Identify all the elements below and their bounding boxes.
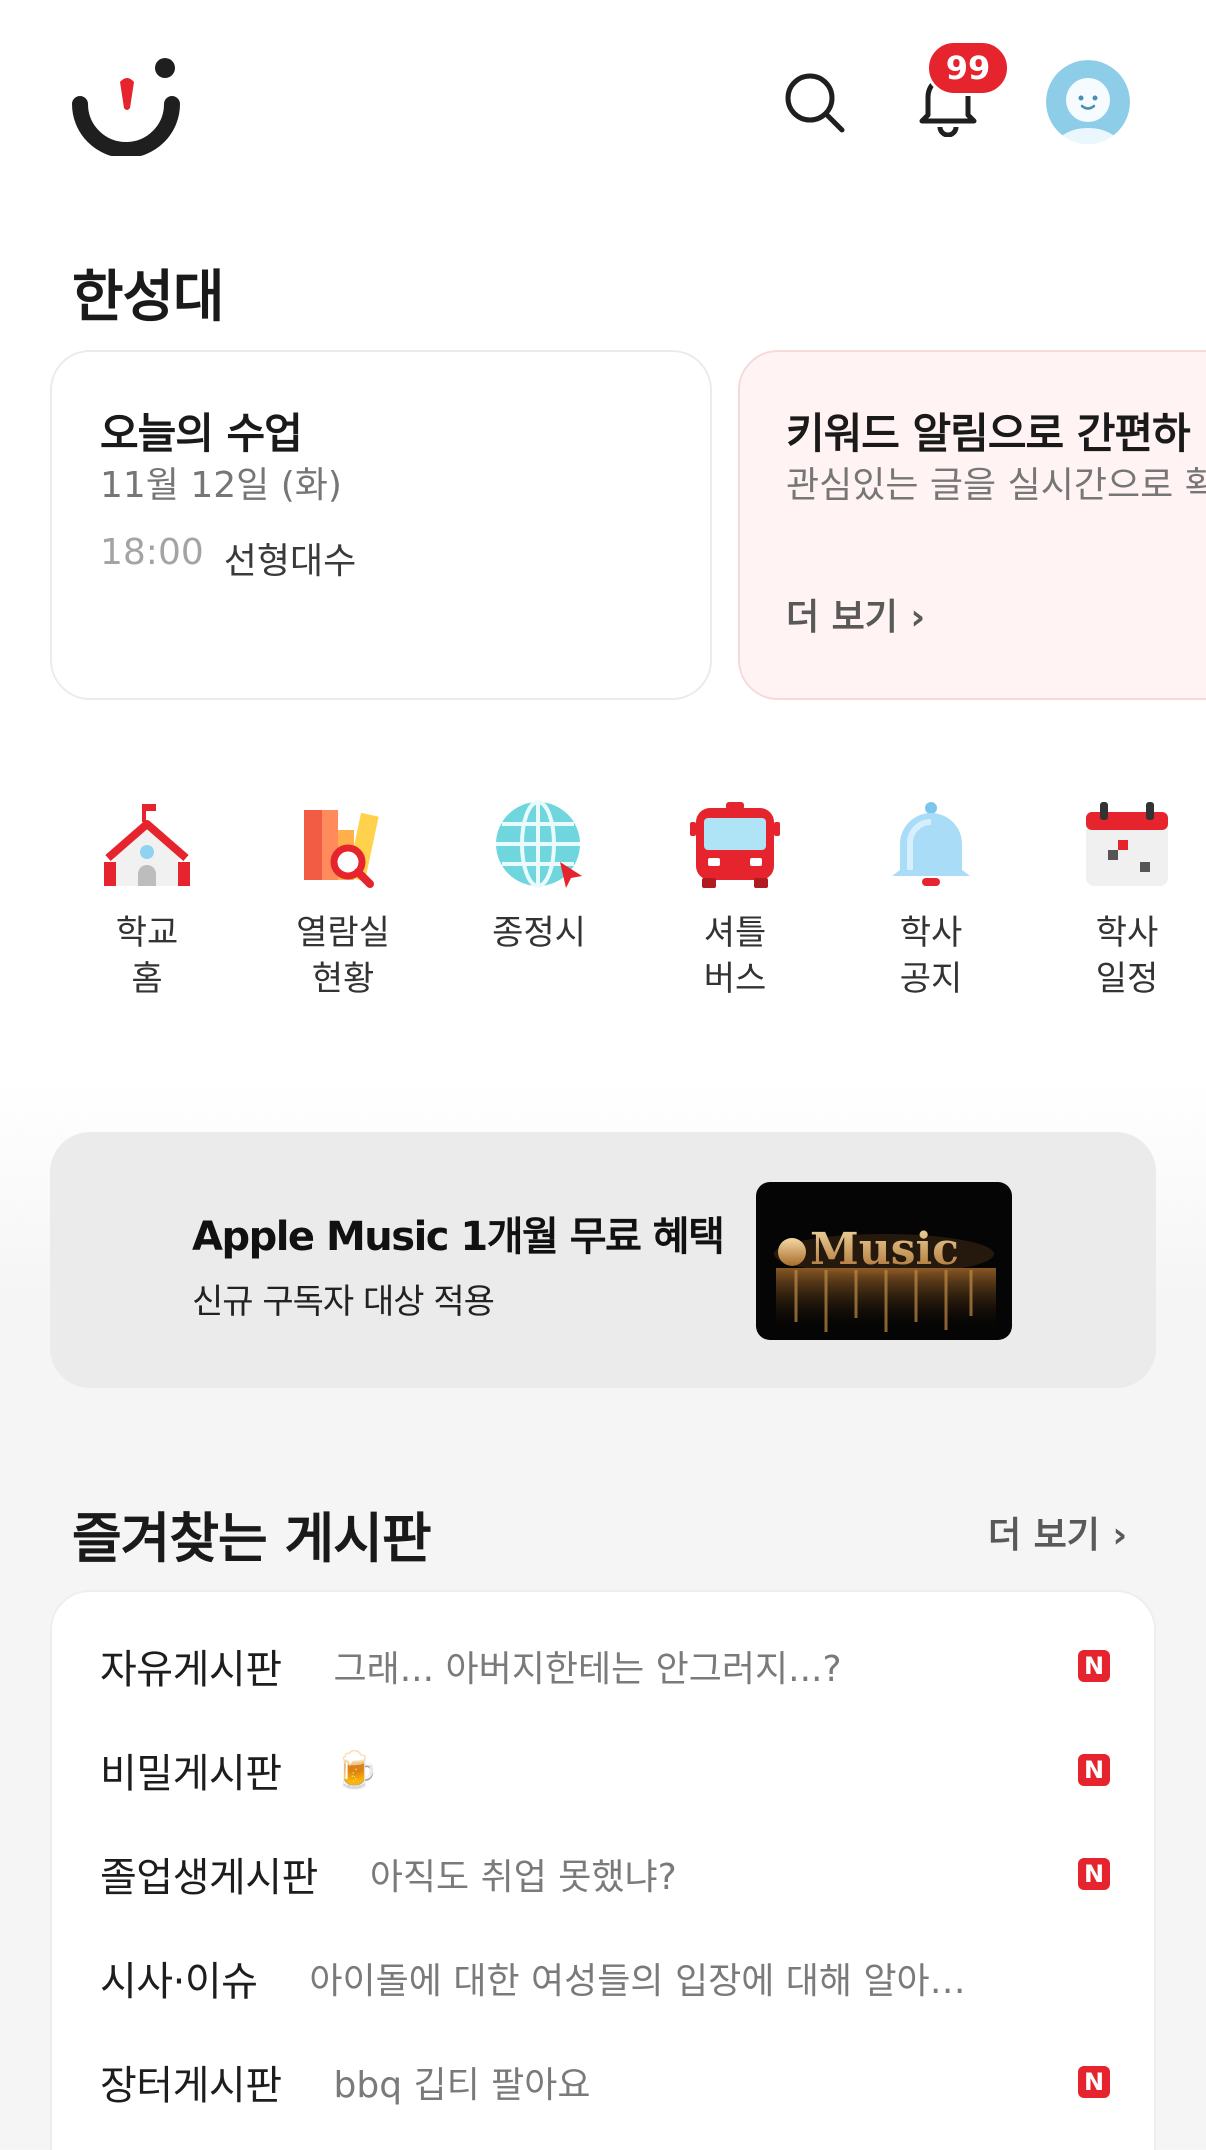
banner-image-text: Music <box>810 1224 959 1275</box>
class-time: 18:00 <box>100 532 204 573</box>
board-name: 장터게시판 <box>100 2063 282 2109</box>
app-logo[interactable] <box>72 56 184 158</box>
board-name: 졸업생게시판 <box>100 1855 318 1901</box>
board-row-market[interactable]: 장터게시판 bbq 깁티 팔아요 N <box>100 2042 1110 2122</box>
card-subtitle: 관심있는 글을 실시간으로 확 <box>786 465 1206 506</box>
banner-image: Music <box>756 1182 1012 1340</box>
calendar-icon <box>1086 802 1168 886</box>
quick-menu-label: 학교 홈 <box>115 913 179 999</box>
today-class-card[interactable]: 오늘의 수업 11월 12일 (화) 18:00 선형대수 <box>50 350 712 700</box>
new-badge: N <box>1078 1650 1110 1682</box>
avatar-icon <box>1046 60 1130 144</box>
board-name: 시사·이슈 <box>100 1959 258 2005</box>
favorites-title: 즐겨찾는 게시판 <box>72 1507 432 1570</box>
profile-avatar[interactable] <box>1046 60 1130 144</box>
library-icon <box>304 810 379 888</box>
board-row-free[interactable]: 자유게시판 그래... 아버지한테는 안그러지...? N <box>100 1626 1110 1706</box>
board-preview: 그래... 아버지한테는 안그러지...? <box>333 1649 842 1690</box>
quick-menu-library[interactable]: 열람실 현황 <box>258 800 428 1002</box>
quick-menu-portal[interactable]: 종정시 <box>454 800 624 956</box>
board-row-current-issues[interactable]: 시사·이슈 아이돌에 대한 여성들의 입장에 대해 알아… <box>100 1938 1110 2018</box>
globe-icon <box>496 800 582 888</box>
quick-menu-label: 학사 일정 <box>1095 913 1159 999</box>
board-preview: 아이돌에 대한 여성들의 입장에 대해 알아… <box>309 1961 966 2002</box>
quick-menu-academic-calendar[interactable]: 학사 일정 <box>1042 800 1206 1002</box>
quick-menu-label: 열람실 현황 <box>296 913 390 999</box>
banner-title: Apple Music 1개월 무료 혜택 <box>192 1214 725 1260</box>
favorite-boards-card: 자유게시판 그래... 아버지한테는 안그러지...? N 비밀게시판 🍺 N … <box>50 1590 1156 2150</box>
board-name: 비밀게시판 <box>100 1751 282 1797</box>
bus-icon <box>690 802 780 888</box>
card-title: 오늘의 수업 <box>100 409 303 458</box>
board-preview: 🍺 <box>333 1750 379 1791</box>
banner-subtitle: 신규 구독자 대상 적용 <box>192 1282 495 1322</box>
quick-menu-shuttle-bus[interactable]: 셔틀 버스 <box>650 800 820 1002</box>
quick-menu-school-home[interactable]: 학교 홈 <box>62 800 232 1002</box>
class-name: 선형대수 <box>223 541 357 582</box>
school-name: 한성대 <box>72 265 225 330</box>
search-button[interactable] <box>776 64 852 140</box>
board-row-secret[interactable]: 비밀게시판 🍺 N <box>100 1730 1110 1810</box>
board-preview: 아직도 취업 못했냐? <box>369 1857 677 1898</box>
quick-menu-label: 학사 공지 <box>899 913 963 999</box>
board-name: 자유게시판 <box>100 1647 282 1693</box>
bell-icon <box>892 802 970 886</box>
board-row-alumni[interactable]: 졸업생게시판 아직도 취업 못했냐? N <box>100 1834 1110 1914</box>
quick-menu-label: 종정시 <box>492 913 586 953</box>
notification-badge: 99 <box>926 40 1010 96</box>
new-badge: N <box>1078 1754 1110 1786</box>
keyword-alert-card[interactable]: 키워드 알림으로 간편하 관심있는 글을 실시간으로 확 더 보기 › <box>738 350 1206 700</box>
new-badge: N <box>1078 2066 1110 2098</box>
school-icon <box>104 804 190 886</box>
quick-menu-label: 셔틀 버스 <box>703 913 767 999</box>
quick-menu-academic-notice[interactable]: 학사 공지 <box>846 800 1016 1002</box>
class-date: 11월 12일 (화) <box>100 465 342 506</box>
more-link[interactable]: 더 보기 › <box>786 588 925 640</box>
promo-banner[interactable]: Apple Music 1개월 무료 혜택 신규 구독자 대상 적용 Music <box>50 1132 1156 1388</box>
search-icon <box>785 73 845 133</box>
favorites-more-link[interactable]: 더 보기 › <box>988 1506 1127 1558</box>
new-badge: N <box>1078 1858 1110 1890</box>
card-title: 키워드 알림으로 간편하 <box>786 409 1191 458</box>
board-preview: bbq 깁티 팔아요 <box>333 2065 591 2106</box>
